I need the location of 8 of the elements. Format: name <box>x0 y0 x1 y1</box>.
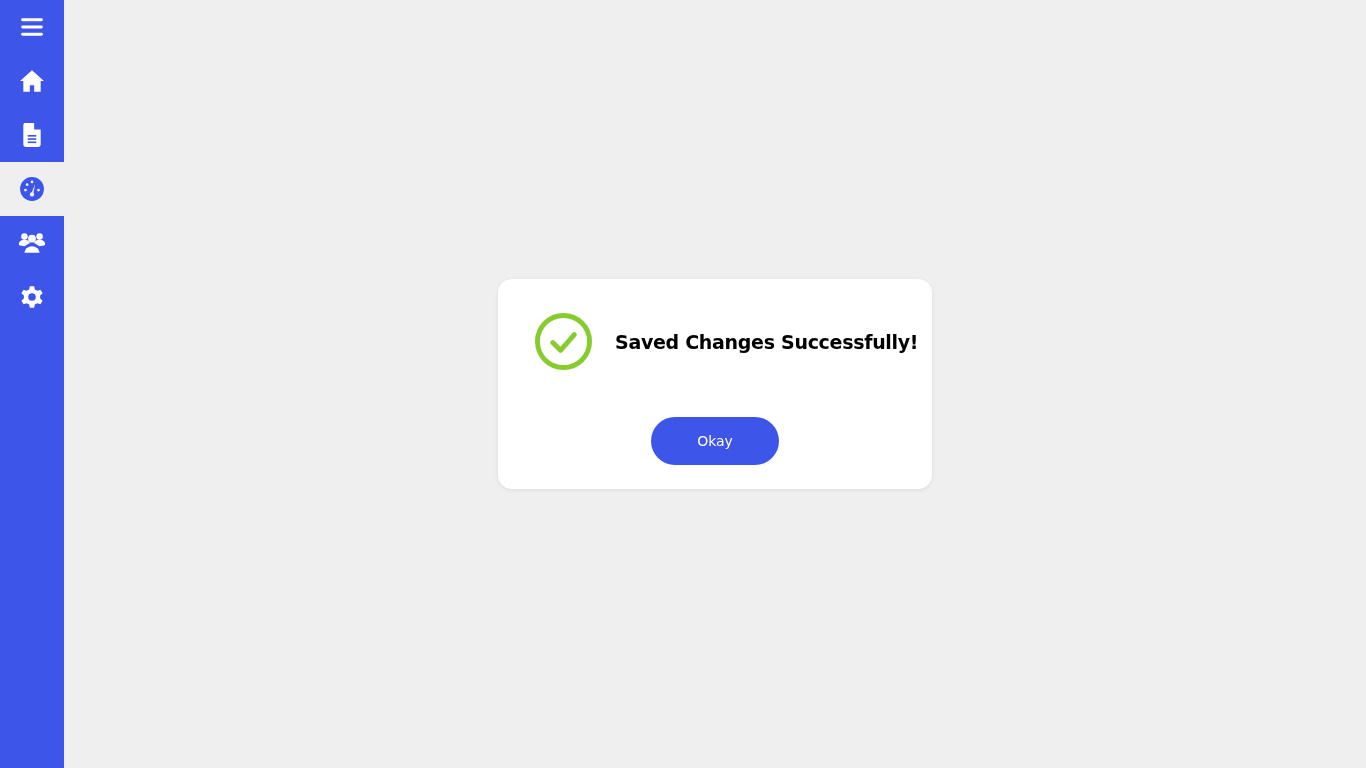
users-icon <box>19 230 45 256</box>
home-icon <box>19 68 45 94</box>
check-circle-icon <box>534 312 593 371</box>
success-message: Saved Changes Successfully! <box>615 330 919 353</box>
sidebar-item[interactable] <box>0 162 64 216</box>
gauge-icon <box>19 176 45 202</box>
gear-icon <box>19 284 45 310</box>
okay-button[interactable]: Okay <box>651 417 779 465</box>
